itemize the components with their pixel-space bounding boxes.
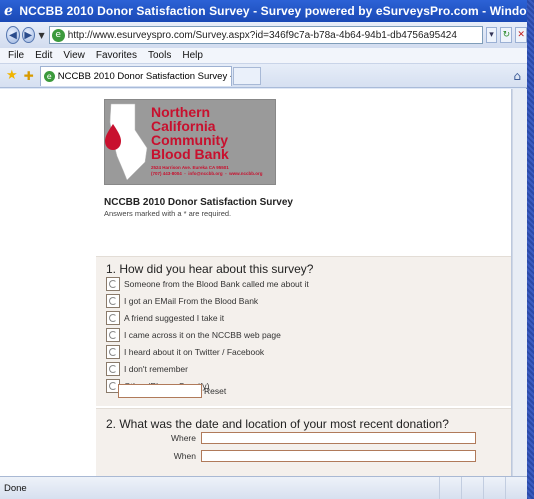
status-cells [439, 477, 527, 499]
other-specify-input[interactable] [118, 384, 202, 398]
option-label: I got an EMail From the Blood Bank [124, 296, 259, 306]
status-bar: Done [0, 476, 527, 499]
when-input[interactable] [201, 450, 476, 462]
tab-label: NCCBB 2010 Donor Satisfaction Survey - S… [57, 70, 231, 82]
option-label: I don't remember [124, 364, 188, 374]
tab-page-icon: e [43, 70, 55, 82]
new-tab-button[interactable] [232, 66, 261, 85]
reset-link[interactable]: Reset [204, 386, 226, 396]
favorites-star-icon[interactable]: ★ [6, 68, 18, 83]
where-label: Where [170, 433, 196, 443]
logo-line-4: Blood Bank [151, 146, 229, 162]
page-content: Northern California Community Blood Bank… [0, 89, 512, 476]
forward-button[interactable]: ▶ [22, 27, 35, 43]
chevron-down-icon: ▾ [489, 30, 494, 40]
history-dropdown-icon[interactable]: ▼ [39, 31, 45, 40]
option-row[interactable]: I got an EMail From the Blood Bank [106, 294, 258, 308]
menu-tools[interactable]: Tools [148, 50, 171, 61]
status-cell [483, 477, 505, 499]
option-row[interactable]: I came across it on the NCCBB web page [106, 328, 281, 342]
tab-bar: ★ ✚ e NCCBB 2010 Donor Satisfaction Surv… [0, 64, 527, 88]
radio-button[interactable] [106, 345, 120, 359]
vertical-scrollbar[interactable] [512, 89, 527, 476]
question-1-title: 1. How did you hear about this survey? [106, 262, 314, 276]
menu-view[interactable]: View [63, 50, 85, 61]
title-bar: ℯ NCCBB 2010 Donor Satisfaction Survey -… [0, 0, 527, 22]
status-cell [439, 477, 461, 499]
logo-org-name: Northern California Community Blood Bank [151, 105, 229, 161]
page-icon: e [51, 28, 65, 42]
menu-file[interactable]: File [8, 50, 24, 61]
refresh-icon: ↻ [502, 30, 511, 40]
option-row[interactable]: A friend suggested I take it [106, 311, 224, 325]
back-button[interactable]: ◀ [6, 26, 21, 44]
radio-button[interactable] [106, 294, 120, 308]
where-input[interactable] [201, 432, 476, 444]
tab-survey[interactable]: e NCCBB 2010 Donor Satisfaction Survey -… [39, 65, 232, 86]
status-cell [461, 477, 483, 499]
menu-edit[interactable]: Edit [35, 50, 52, 61]
menu-bar: File Edit View Favorites Tools Help [0, 48, 527, 64]
logo-address: 2524 Harrison Ave. Eureka CA 95501 (707)… [151, 165, 263, 176]
address-input[interactable]: e http://www.esurveyspro.com/Survey.aspx… [48, 26, 483, 44]
option-label: I came across it on the NCCBB web page [124, 330, 281, 340]
option-row[interactable]: Someone from the Blood Bank called me ab… [106, 277, 309, 291]
address-dropdown-button[interactable]: ▾ [485, 27, 498, 43]
nccbb-logo: Northern California Community Blood Bank… [104, 99, 276, 185]
address-bar-row: ◀ ▶ ▼ e http://www.esurveyspro.com/Surve… [0, 22, 527, 48]
question-2-title: 2. What was the date and location of you… [106, 417, 449, 431]
option-label: Someone from the Blood Bank called me ab… [124, 279, 309, 289]
menu-favorites[interactable]: Favorites [96, 50, 137, 61]
url-text: http://www.esurveyspro.com/Survey.aspx?i… [67, 29, 457, 41]
radio-button[interactable] [106, 362, 120, 376]
menu-help[interactable]: Help [182, 50, 203, 61]
forward-arrow-icon: ▶ [24, 29, 33, 41]
add-favorites-icon[interactable]: ✚ [24, 69, 34, 83]
close-icon: ✕ [517, 30, 525, 40]
option-row[interactable]: I don't remember [106, 362, 188, 376]
status-text: Done [4, 482, 27, 494]
logo-line-3: Community [151, 132, 228, 148]
radio-button[interactable] [106, 277, 120, 291]
stop-button[interactable]: ✕ [515, 27, 527, 43]
logo-line-2: California [151, 118, 216, 134]
question-2-section: 2. What was the date and location of you… [96, 408, 511, 476]
refresh-button[interactable]: ↻ [500, 27, 513, 43]
status-cell [505, 477, 527, 499]
logo-line-1: Northern [151, 104, 211, 120]
option-row[interactable]: I heard about it on Twitter / Facebook [106, 345, 264, 359]
when-label: When [173, 451, 196, 461]
survey-title: NCCBB 2010 Donor Satisfaction Survey [104, 197, 293, 208]
option-label: I heard about it on Twitter / Facebook [124, 347, 265, 357]
ie-logo-icon: ℯ [4, 3, 13, 19]
window-title: NCCBB 2010 Donor Satisfaction Survey - S… [19, 4, 527, 18]
back-arrow-icon: ◀ [9, 29, 17, 41]
required-note: Answers marked with a * are required. [104, 209, 232, 218]
browser-window: ℯ NCCBB 2010 Donor Satisfaction Survey -… [0, 0, 527, 499]
option-label: A friend suggested I take it [124, 313, 225, 323]
radio-button[interactable] [106, 328, 120, 342]
radio-button[interactable] [106, 311, 120, 325]
home-icon[interactable]: ⌂ [513, 69, 521, 83]
